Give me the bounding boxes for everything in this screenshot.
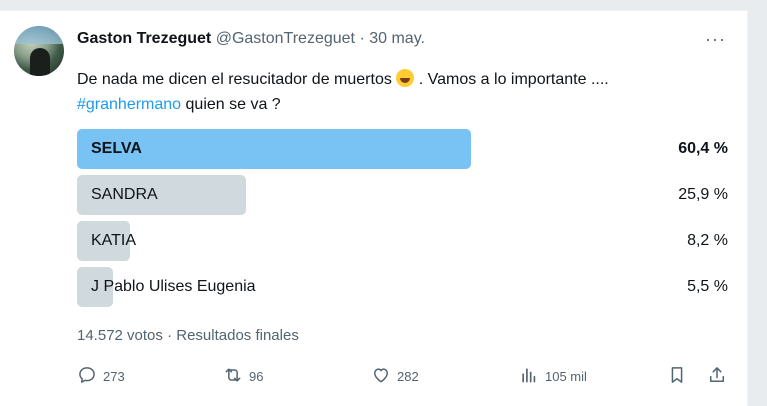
tweet-header: Gaston Trezeguet @GastonTrezeguet · 30 m… bbox=[77, 30, 425, 48]
like-button[interactable]: 282 bbox=[371, 363, 419, 387]
poll-option-percent: 8,2 % bbox=[687, 232, 728, 249]
poll-option: SELVA 60,4 % bbox=[77, 129, 732, 169]
bookmark-icon bbox=[671, 367, 683, 383]
poll-summary-dot: · bbox=[167, 327, 173, 344]
poll-option-label: SANDRA bbox=[91, 186, 158, 203]
share-button[interactable] bbox=[707, 363, 733, 387]
poll-option: SANDRA 25,9 % bbox=[77, 175, 732, 215]
avatar[interactable] bbox=[14, 26, 64, 76]
poll-option-label: J Pablo Ulises Eugenia bbox=[91, 278, 256, 295]
poll-votes: 14.572 votos bbox=[77, 327, 163, 344]
header-separator: · bbox=[359, 30, 365, 47]
poll-option-percent: 60,4 % bbox=[678, 140, 728, 157]
tweet-text-part-1: De nada me dicen el resucitador de muert… bbox=[77, 71, 397, 88]
retweet-icon bbox=[225, 368, 241, 382]
views-chart-icon bbox=[522, 368, 536, 383]
poll-option: KATIA 8,2 % bbox=[77, 221, 732, 261]
views-count: 105 mil bbox=[545, 368, 587, 384]
tweet-text: De nada me dicen el resucitador de muert… bbox=[77, 67, 737, 117]
author-name[interactable]: Gaston Trezeguet bbox=[77, 30, 211, 47]
rolling-on-floor-laughing-emoji-icon bbox=[396, 69, 415, 87]
reply-count: 273 bbox=[103, 368, 125, 384]
poll-summary: 14.572 votos · Resultados finales bbox=[77, 327, 299, 344]
views-button[interactable]: 105 mil bbox=[519, 363, 587, 387]
more-options-icon[interactable]: ··· bbox=[705, 29, 726, 50]
bookmark-button[interactable] bbox=[667, 363, 693, 387]
tweet-card[interactable]: Gaston Trezeguet @GastonTrezeguet · 30 m… bbox=[0, 10, 748, 406]
tweet-actions: 273 96 282 105 mil bbox=[77, 363, 737, 387]
reply-button[interactable]: 273 bbox=[77, 363, 125, 387]
poll-option-label: SELVA bbox=[91, 140, 142, 157]
tweet-text-part-2: . Vamos a lo importante .... bbox=[414, 71, 609, 88]
poll-option: J Pablo Ulises Eugenia 5,5 % bbox=[77, 267, 732, 307]
poll-status: Resultados finales bbox=[176, 327, 299, 344]
retweet-count: 96 bbox=[249, 368, 264, 384]
reply-icon bbox=[79, 367, 95, 383]
poll-option-label: KATIA bbox=[91, 232, 137, 249]
hashtag-link[interactable]: #granhermano bbox=[77, 96, 181, 113]
heart-icon bbox=[374, 368, 388, 383]
tweet-date[interactable]: 30 may. bbox=[369, 30, 425, 47]
share-icon bbox=[710, 367, 724, 382]
poll-option-percent: 5,5 % bbox=[687, 278, 728, 295]
like-count: 282 bbox=[397, 368, 419, 384]
poll-option-percent: 25,9 % bbox=[678, 186, 728, 203]
tweet-text-part-3: quien se va ? bbox=[181, 96, 281, 113]
avatar-figure bbox=[30, 48, 50, 76]
author-handle[interactable]: @GastonTrezeguet bbox=[216, 30, 355, 47]
avatar-background bbox=[14, 26, 64, 44]
retweet-button[interactable]: 96 bbox=[223, 363, 263, 387]
